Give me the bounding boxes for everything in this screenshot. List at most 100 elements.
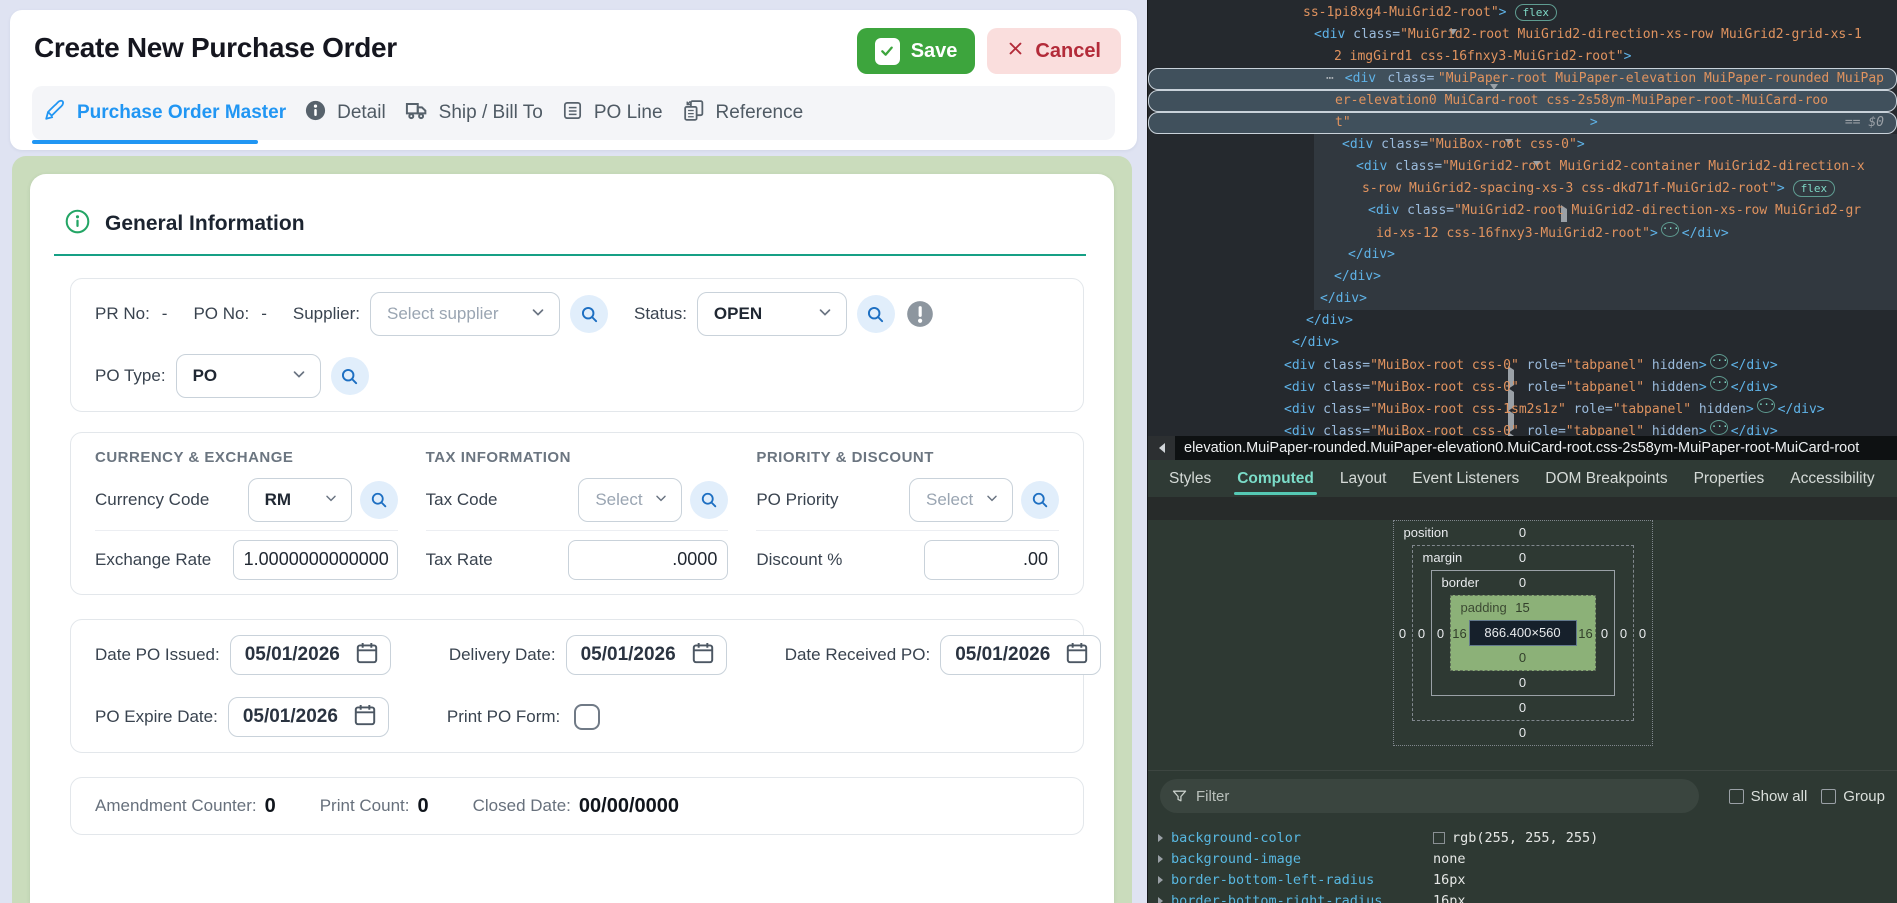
screenshot-root: Create New Purchase Order Save Cancel <box>0 0 1897 903</box>
active-tab-indicator <box>32 140 258 144</box>
status-search-button[interactable] <box>857 295 895 333</box>
computed-property-row[interactable]: background-color rgb(255, 255, 255) <box>1148 827 1897 848</box>
po-priority-select[interactable]: Select <box>909 478 1013 522</box>
ellipsis-expand-icon[interactable] <box>1710 354 1728 369</box>
filter-input[interactable] <box>1160 788 1699 805</box>
delivery-date-input[interactable]: 05/01/2026 <box>566 635 727 675</box>
tab-detail[interactable]: Detail <box>295 99 395 128</box>
ellipsis-expand-icon[interactable] <box>1710 376 1728 391</box>
tab-properties[interactable]: Properties <box>1681 460 1778 497</box>
elements-tree-row[interactable]: ⋯<div class="MuiPaper-root MuiPaper-elev… <box>1148 68 1897 90</box>
elements-tree-row[interactable]: <div class="MuiGrid2-root MuiGrid2-conta… <box>1148 156 1897 178</box>
devtools-breadcrumb-bar: elevation.MuiPaper-rounded.MuiPaper-elev… <box>1148 436 1897 460</box>
print-po-form-checkbox[interactable] <box>574 704 600 730</box>
supplier-label: Supplier: <box>293 304 360 324</box>
elements-tree-row[interactable]: <div class="MuiBox-root css-0" role="tab… <box>1148 354 1897 376</box>
po-no-value: - <box>261 304 267 324</box>
tab-purchase-order-master[interactable]: Purchase Order Master <box>34 98 295 128</box>
calendar-icon <box>690 640 716 671</box>
tax-rate-input[interactable]: .0000 <box>568 540 728 580</box>
priority-header: PRIORITY & DISCOUNT <box>756 449 1059 466</box>
exchange-rate-input[interactable]: 1.0000000000000 <box>233 540 398 580</box>
elements-tree-row[interactable]: <div class="MuiBox-root css-0"> <box>1148 134 1897 156</box>
elements-tree-row[interactable]: </div> <box>1148 288 1897 310</box>
elements-tree-row[interactable]: <div class="MuiBox-root css-1sm2s1z" rol… <box>1148 398 1897 420</box>
info-icon <box>304 99 327 128</box>
save-button[interactable]: Save <box>857 28 976 74</box>
flex-badge[interactable]: flex <box>1793 180 1836 197</box>
header-panel: Create New Purchase Order Save Cancel <box>10 10 1137 150</box>
tab-event-listeners[interactable]: Event Listeners <box>1399 460 1532 497</box>
cancel-button[interactable]: Cancel <box>987 28 1121 74</box>
elements-tree-row[interactable]: 2 imgGird1 css-16fnxy3-MuiGrid2-root"> <box>1148 46 1897 68</box>
date-po-issued-input[interactable]: 05/01/2026 <box>230 635 391 675</box>
tab-computed[interactable]: Computed <box>1224 460 1327 497</box>
computed-property-row[interactable]: background-image none <box>1148 848 1897 869</box>
breadcrumb-back-button[interactable] <box>1148 436 1175 460</box>
elements-tree-row[interactable]: <div class="MuiBox-root css-0" role="tab… <box>1148 420 1897 436</box>
computed-property-row[interactable]: border-bottom-left-radius 16px <box>1148 869 1897 890</box>
closed-date-label: Closed Date: <box>473 796 571 816</box>
box-model-content[interactable]: 866.400×560 <box>1469 620 1577 646</box>
box-model-border[interactable]: border 0 0 padding 15 <box>1431 570 1615 696</box>
supplier-search-button[interactable] <box>570 295 608 333</box>
group-checkbox[interactable] <box>1821 789 1836 804</box>
po-priority-label: PO Priority <box>756 490 838 510</box>
tab-dom-breakpoints[interactable]: DOM Breakpoints <box>1532 460 1680 497</box>
box-model[interactable]: position 0 0 margin 0 0 <box>1393 520 1653 746</box>
tax-column: TAX INFORMATION Tax Code Select <box>426 449 729 588</box>
status-select[interactable]: OPEN <box>697 292 847 336</box>
po-type-select[interactable]: PO <box>176 354 321 398</box>
currency-header: CURRENCY & EXCHANGE <box>95 449 398 466</box>
save-label: Save <box>911 40 958 63</box>
elements-tree-row[interactable]: <div class="MuiGrid2-root MuiGrid2-direc… <box>1148 200 1897 222</box>
box-model-padding[interactable]: padding 15 16 866.400×560 16 <box>1450 595 1596 671</box>
tab-styles[interactable]: Styles <box>1156 460 1224 497</box>
priority-search-button[interactable] <box>1021 481 1059 519</box>
discount-input[interactable]: .00 <box>924 540 1059 580</box>
pr-no-value: - <box>162 304 168 324</box>
elements-tree-row[interactable]: </div> <box>1148 244 1897 266</box>
color-swatch <box>1433 832 1445 844</box>
tax-code-select[interactable]: Select <box>578 478 682 522</box>
po-expire-date-label: PO Expire Date: <box>95 707 218 727</box>
computed-property-row[interactable]: border-bottom-right-radius 16px <box>1148 890 1897 903</box>
tax-search-button[interactable] <box>690 481 728 519</box>
po-line-icon <box>561 99 584 128</box>
devtools-tab-bar: Styles Computed Layout Event Listeners D… <box>1148 460 1897 497</box>
elements-tree-row[interactable]: </div> <box>1148 332 1897 354</box>
currency-column: CURRENCY & EXCHANGE Currency Code RM <box>95 449 398 588</box>
date-po-issued-label: Date PO Issued: <box>95 645 220 665</box>
chevron-down-icon <box>984 490 1000 511</box>
supplier-select[interactable]: Select supplier <box>370 292 560 336</box>
po-type-search-button[interactable] <box>331 357 369 395</box>
amendment-counter-value: 0 <box>265 795 276 818</box>
filter-input-wrap <box>1160 779 1699 813</box>
ellipsis-expand-icon[interactable] <box>1710 420 1728 435</box>
date-received-po-input[interactable]: 05/01/2026 <box>940 635 1101 675</box>
tab-layout[interactable]: Layout <box>1327 460 1400 497</box>
elements-tree-row[interactable]: id-xs-12 css-16fnxy3-MuiGrid2-root"></di… <box>1148 222 1897 244</box>
ellipsis-expand-icon[interactable] <box>1757 398 1775 413</box>
elements-tree-row[interactable]: er-elevation0 MuiCard-root css-2s58ym-Mu… <box>1148 90 1897 112</box>
currency-search-button[interactable] <box>360 481 398 519</box>
flex-badge[interactable]: flex <box>1515 4 1558 21</box>
po-expire-date-input[interactable]: 05/01/2026 <box>228 697 389 737</box>
tab-ship-bill-to[interactable]: Ship / Bill To <box>395 98 552 129</box>
elements-tree-row[interactable]: <div class="MuiBox-root css-0" role="tab… <box>1148 376 1897 398</box>
elements-tree-row[interactable]: <div class="MuiGrid2-root MuiGrid2-direc… <box>1148 24 1897 46</box>
elements-tree-row[interactable]: s-row MuiGrid2-spacing-xs-3 css-dkd71f-M… <box>1148 178 1897 200</box>
elements-tree-row[interactable]: </div> <box>1148 266 1897 288</box>
elements-tree-row[interactable]: t"> == $0 <box>1148 112 1897 134</box>
elements-tree-row[interactable]: ss-1pi8xg4-MuiGrid2-root">flex <box>1148 2 1897 24</box>
ellipsis-expand-icon[interactable] <box>1661 222 1679 237</box>
tab-po-line[interactable]: PO Line <box>552 99 672 128</box>
page-title: Create New Purchase Order <box>34 32 397 64</box>
tab-reference[interactable]: Reference <box>672 98 813 129</box>
elements-tree-row[interactable]: </div> <box>1148 310 1897 332</box>
currency-code-select[interactable]: RM <box>248 478 352 522</box>
priority-column: PRIORITY & DISCOUNT PO Priority Select <box>756 449 1059 588</box>
tab-accessibility[interactable]: Accessibility <box>1777 460 1887 497</box>
show-all-checkbox[interactable] <box>1729 789 1744 804</box>
box-model-margin[interactable]: margin 0 0 border 0 0 <box>1412 545 1634 721</box>
